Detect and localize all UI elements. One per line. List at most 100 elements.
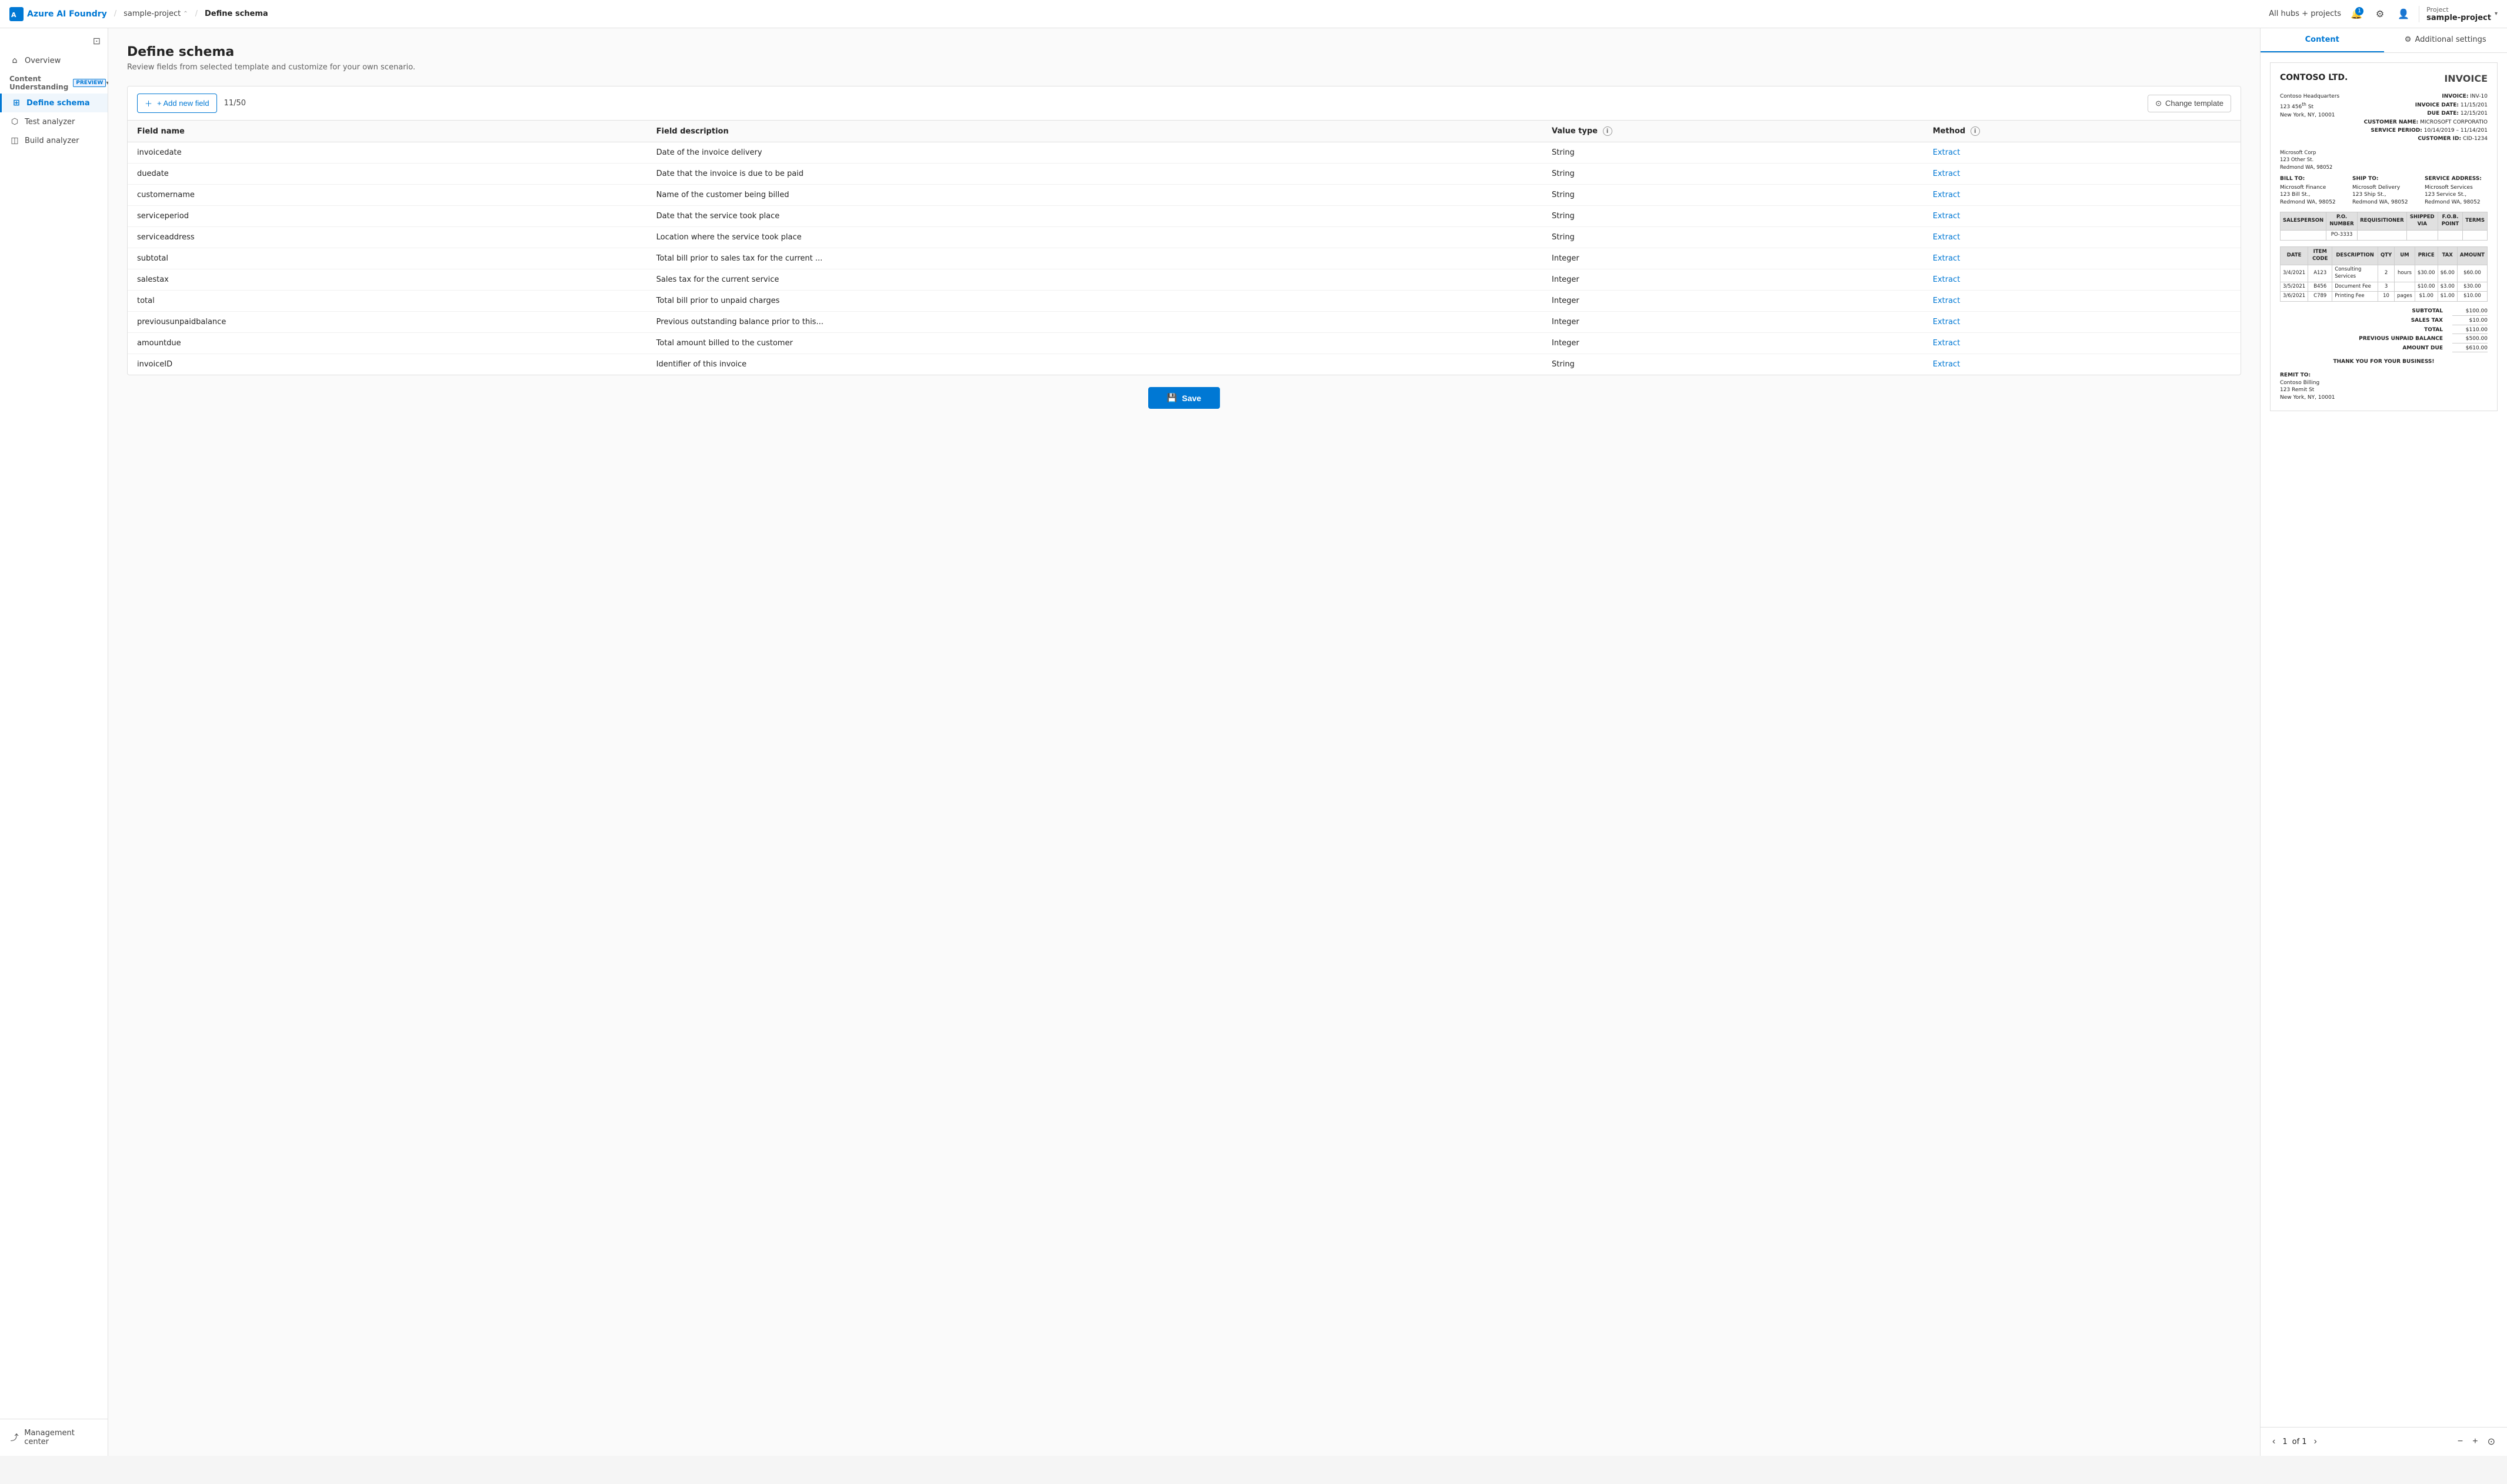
sidebar-item-define-schema[interactable]: ⊞ Define schema — [0, 94, 108, 112]
sidebar-item-overview[interactable]: ⌂ Overview — [0, 51, 108, 70]
invoice-remit: REMIT TO: Contoso Billing123 Remit StNew… — [2280, 372, 2488, 401]
col-header-value-type: Value type i — [1542, 121, 1923, 142]
tab-additional-settings[interactable]: ⚙ Additional settings — [2384, 28, 2507, 52]
user-avatar[interactable]: 👤 — [2395, 6, 2412, 22]
page-subtitle: Review fields from selected template and… — [127, 63, 2241, 72]
sidebar-bottom: ⤴ Management center — [0, 1419, 108, 1451]
table-header-row: Field name Field description Value type … — [128, 121, 2241, 142]
cell-field-description: Total bill prior to unpaid charges — [647, 291, 1542, 312]
sidebar-management-label: Management center — [24, 1429, 98, 1446]
invoice-meta-right: INVOICE: INV-10 INVOICE DATE: 11/15/201 … — [2364, 92, 2488, 143]
cell-method: Extract — [1923, 227, 2241, 248]
table-row[interactable]: previousunpaidbalance Previous outstandi… — [128, 312, 2241, 333]
table-row[interactable]: serviceaddress Location where the servic… — [128, 227, 2241, 248]
sidebar-section-content: Content Understanding PREVIEW ▾ — [0, 70, 108, 94]
management-icon: ⤴ — [9, 1432, 19, 1443]
invoice-line-items-table: DATE ITEM CODE DESCRIPTION QTY UM PRICE … — [2280, 246, 2488, 302]
nav-separator: / — [114, 9, 116, 18]
zoom-out-button[interactable]: − — [2455, 1434, 2465, 1449]
prev-page-button[interactable]: ‹ — [2270, 1434, 2278, 1449]
table-row[interactable]: invoicedate Date of the invoice delivery… — [128, 142, 2241, 164]
brand-name: Azure AI Foundry — [27, 9, 107, 19]
tab-content[interactable]: Content — [2261, 28, 2384, 52]
add-icon: ＋ — [145, 98, 152, 109]
table-row[interactable]: serviceperiod Date that the service took… — [128, 206, 2241, 227]
cell-method: Extract — [1923, 164, 2241, 185]
schema-toolbar: ＋ + Add new field 11/50 ⊙ Change templat… — [128, 86, 2241, 121]
cell-method: Extract — [1923, 333, 2241, 354]
method-info-icon[interactable]: i — [1971, 126, 1980, 136]
fit-page-button[interactable]: ⊙ — [2485, 1433, 2498, 1450]
nav-right: All hubs + projects 🔔 1 ⚙ 👤 Project samp… — [2269, 6, 2498, 22]
overview-icon: ⌂ — [9, 56, 20, 65]
cell-method: Extract — [1923, 206, 2241, 227]
table-row[interactable]: amountdue Total amount billed to the cus… — [128, 333, 2241, 354]
cell-field-description: Sales tax for the current service — [647, 269, 1542, 291]
preview-badge: PREVIEW — [73, 79, 106, 87]
value-type-info-icon[interactable]: i — [1603, 126, 1612, 136]
sidebar-item-test-analyzer[interactable]: ⬡ Test analyzer — [0, 112, 108, 131]
sidebar-item-label-schema: Define schema — [26, 99, 90, 108]
sidebar-item-label-build: Build analyzer — [25, 136, 79, 145]
test-icon: ⬡ — [9, 117, 20, 126]
next-page-button[interactable]: › — [2312, 1434, 2319, 1449]
cell-value-type: String — [1542, 164, 1923, 185]
sidebar-item-build-analyzer[interactable]: ◫ Build analyzer — [0, 131, 108, 150]
breadcrumb-current: Define schema — [205, 9, 268, 18]
page-of-label: of 1 — [2292, 1438, 2307, 1446]
cell-value-type: Integer — [1542, 269, 1923, 291]
breadcrumb-project[interactable]: sample-project ⌃ — [124, 9, 188, 18]
project-selector[interactable]: Project sample-project ▾ — [2419, 6, 2498, 22]
save-button[interactable]: 💾 Save — [1148, 387, 1220, 409]
cell-field-description: Date that the invoice is due to be paid — [647, 164, 1542, 185]
top-navigation: A Azure AI Foundry / sample-project ⌃ / … — [0, 0, 2507, 28]
cell-field-description: Date of the invoice delivery — [647, 142, 1542, 164]
cell-value-type: String — [1542, 206, 1923, 227]
change-template-button[interactable]: ⊙ Change template — [2148, 95, 2231, 112]
all-hubs-link[interactable]: All hubs + projects — [2269, 9, 2341, 18]
right-panel-content: CONTOSO LTD. INVOICE Contoso Headquarter… — [2261, 53, 2507, 1427]
right-panel-tabs: Content ⚙ Additional settings — [2261, 28, 2507, 53]
invoice-preview: CONTOSO LTD. INVOICE Contoso Headquarter… — [2270, 62, 2498, 411]
azure-logo-icon: A — [9, 7, 24, 21]
cell-field-name: subtotal — [128, 248, 647, 269]
add-field-button[interactable]: ＋ + Add new field — [137, 94, 217, 113]
invoice-header-table: SALESPERSON P.O. NUMBER REQUISITIONER SH… — [2280, 212, 2488, 241]
cell-value-type: Integer — [1542, 312, 1923, 333]
zoom-in-button[interactable]: + — [2470, 1434, 2480, 1449]
sidebar-item-management[interactable]: ⤴ Management center — [0, 1424, 108, 1451]
cell-field-description: Total bill prior to sales tax for the cu… — [647, 248, 1542, 269]
right-panel: Content ⚙ Additional settings CONTOSO LT… — [2260, 28, 2507, 1456]
cell-value-type: String — [1542, 354, 1923, 375]
invoice-thank-you: THANK YOU FOR YOUR BUSINESS! — [2280, 358, 2488, 366]
cell-field-description: Location where the service took place — [647, 227, 1542, 248]
notification-bell[interactable]: 🔔 1 — [2348, 6, 2365, 22]
brand-logo[interactable]: A Azure AI Foundry — [9, 7, 107, 21]
build-icon: ◫ — [9, 136, 20, 145]
table-row[interactable]: duedate Date that the invoice is due to … — [128, 164, 2241, 185]
cell-field-name: serviceaddress — [128, 227, 647, 248]
table-row[interactable]: subtotal Total bill prior to sales tax f… — [128, 248, 2241, 269]
save-label: Save — [1182, 393, 1201, 403]
invoice-line-item: 3/4/2021 A123 Consulting Services 2 hour… — [2281, 265, 2488, 282]
sidebar-section-label: Content Understanding — [9, 75, 68, 91]
cell-field-description: Total amount billed to the customer — [647, 333, 1542, 354]
invoice-address: Contoso Headquarters123 456th StNew York… — [2280, 92, 2339, 143]
invoice-company: CONTOSO LTD. — [2280, 72, 2348, 84]
collapse-icon: ⊡ — [93, 35, 101, 46]
page-title: Define schema — [127, 45, 2241, 59]
table-row[interactable]: customername Name of the customer being … — [128, 185, 2241, 206]
table-row[interactable]: total Total bill prior to unpaid charges… — [128, 291, 2241, 312]
table-row[interactable]: salestax Sales tax for the current servi… — [128, 269, 2241, 291]
cell-value-type: String — [1542, 142, 1923, 164]
sidebar-collapse-button[interactable]: ⊡ — [0, 33, 108, 51]
project-label: Project — [2426, 6, 2491, 14]
cell-field-description: Date that the service took place — [647, 206, 1542, 227]
settings-icon[interactable]: ⚙ — [2372, 6, 2388, 22]
col-header-method: Method i — [1923, 121, 2241, 142]
cell-value-type: Integer — [1542, 291, 1923, 312]
table-row[interactable]: invoiceID Identifier of this invoice Str… — [128, 354, 2241, 375]
cell-field-name: invoicedate — [128, 142, 647, 164]
cell-field-name: amountdue — [128, 333, 647, 354]
add-field-label: + Add new field — [157, 99, 209, 108]
